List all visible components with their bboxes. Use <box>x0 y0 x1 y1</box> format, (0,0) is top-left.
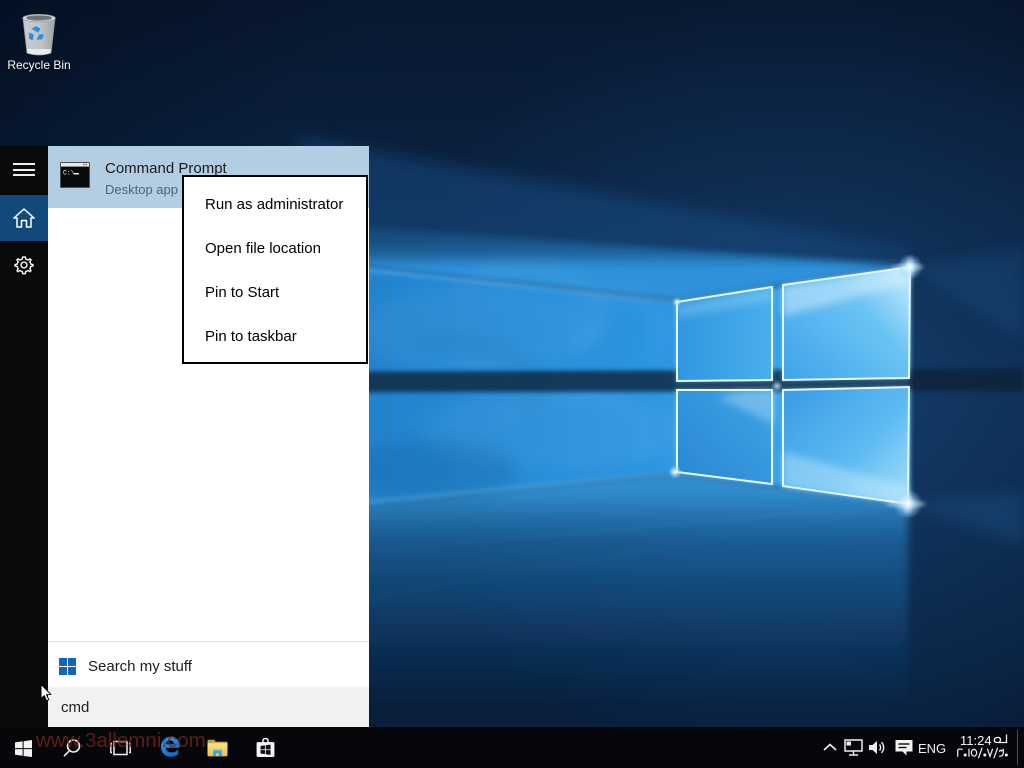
svg-text:C:\: C:\ <box>63 170 75 177</box>
